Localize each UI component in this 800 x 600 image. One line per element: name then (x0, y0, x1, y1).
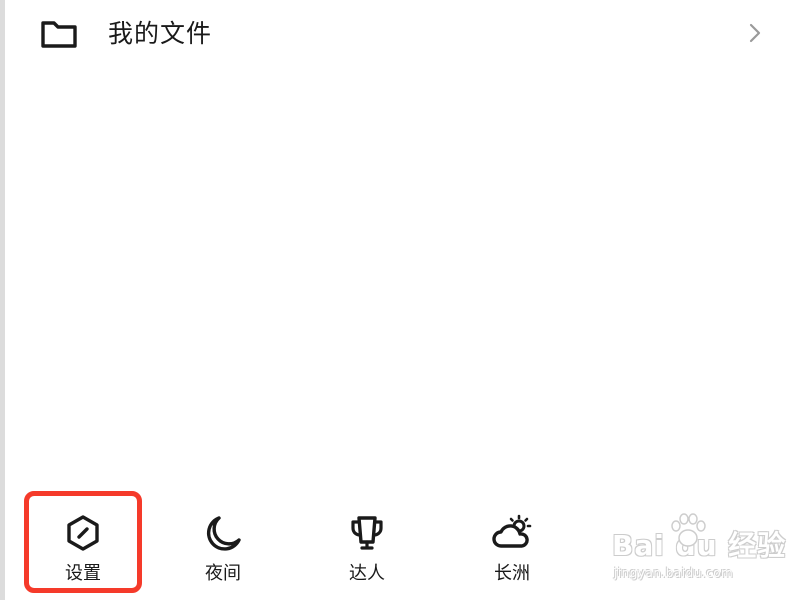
weather-label: 长洲 (494, 563, 530, 584)
night-mode-button[interactable]: 夜间 (163, 490, 283, 600)
paw-icon (671, 513, 706, 547)
expert-label: 达人 (349, 563, 385, 584)
chevron-right-icon (749, 23, 761, 43)
night-mode-label: 夜间 (205, 563, 241, 584)
moon-icon (206, 516, 241, 551)
my-files-label: 我的文件 (108, 19, 213, 48)
my-files-row[interactable]: 我的文件 (0, 0, 800, 70)
expert-button[interactable]: 达人 (307, 490, 427, 600)
weather-button[interactable]: 长洲 (452, 490, 572, 600)
watermark-url: jingyan.baidu.com (614, 566, 734, 580)
selected-item-highlight (24, 491, 142, 593)
trophy-icon (351, 516, 383, 550)
baidu-jingyan-watermark: Bai du 经验 jingyan.baidu.com (612, 510, 792, 590)
folder-icon (41, 21, 77, 48)
weather-cloud-sun-icon (492, 514, 532, 548)
